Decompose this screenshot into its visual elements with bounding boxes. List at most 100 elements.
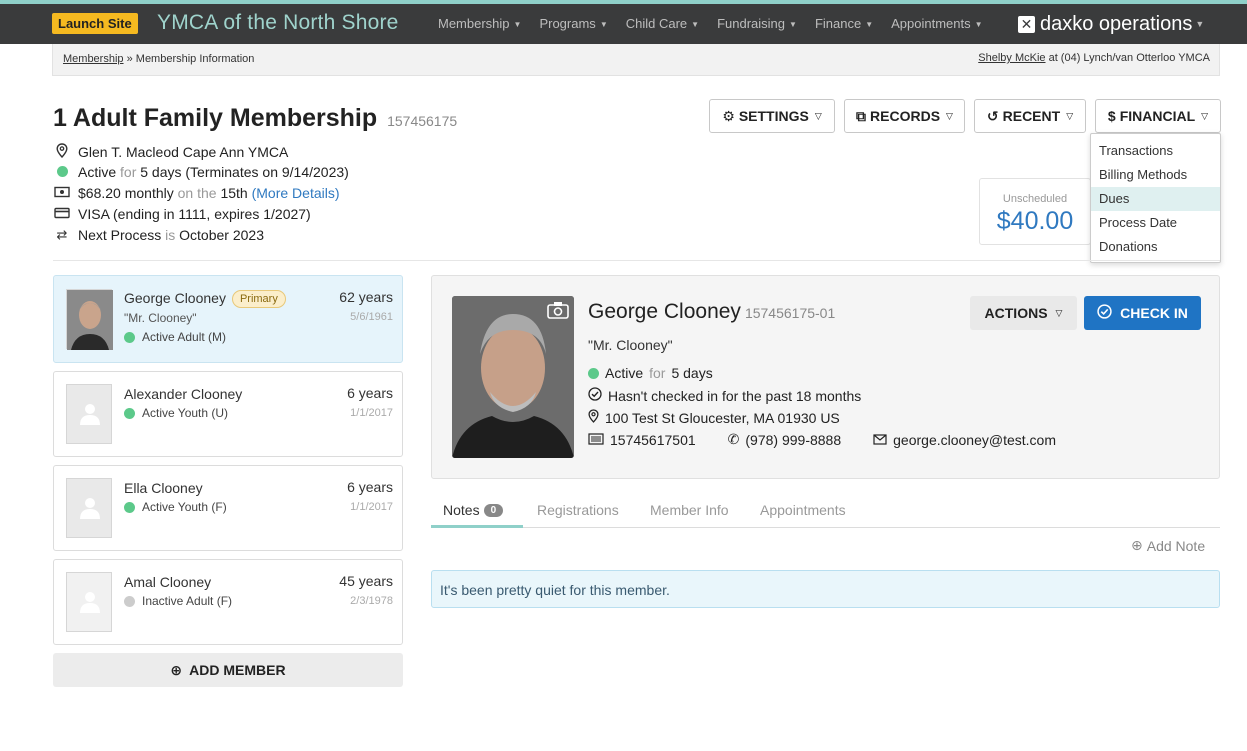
next-process-line: ⇄ Next Process is October 2023 bbox=[53, 227, 264, 243]
daxko-logo-icon: ✕ bbox=[1018, 15, 1035, 33]
detail-member-number: 157456175-01 bbox=[744, 305, 836, 321]
branch-name: Glen T. Macleod Cape Ann YMCA bbox=[78, 144, 289, 160]
divider bbox=[53, 260, 1220, 261]
chevron-down-icon: ▽ bbox=[946, 110, 953, 121]
member-age: 6 years bbox=[347, 479, 393, 495]
next-process-is: is bbox=[165, 227, 176, 243]
member-card-george[interactable]: George Clooney Primary "Mr. Clooney" Acti… bbox=[53, 275, 403, 363]
menu-item-dues[interactable]: Dues bbox=[1091, 187, 1220, 211]
tab-registrations[interactable]: Registrations bbox=[537, 502, 619, 518]
member-status: Active Youth (F) bbox=[124, 500, 227, 514]
nav-fundraising[interactable]: Fundraising ▼ bbox=[717, 16, 797, 31]
menu-item-transactions[interactable]: Transactions bbox=[1091, 139, 1220, 163]
member-photo-large bbox=[452, 296, 574, 458]
menu-item-donations[interactable]: Donations bbox=[1091, 235, 1220, 259]
recent-button[interactable]: ↺ RECENT ▽ bbox=[974, 99, 1086, 133]
site-name[interactable]: YMCA of the North Shore bbox=[157, 11, 399, 35]
top-nav-bar: Launch Site YMCA of the North Shore Memb… bbox=[0, 0, 1247, 44]
tab-notes[interactable]: Notes 0 bbox=[443, 502, 504, 518]
money-icon bbox=[53, 186, 71, 201]
unscheduled-amount[interactable]: $40.00 bbox=[980, 207, 1090, 236]
tab-member-info[interactable]: Member Info bbox=[650, 502, 729, 518]
member-photo-placeholder bbox=[66, 572, 112, 632]
check-circle-icon bbox=[1097, 304, 1112, 322]
breadcrumb-current: Membership Information bbox=[135, 53, 255, 65]
member-detail-card: George Clooney 157456175-01 "Mr. Clooney"… bbox=[431, 275, 1220, 479]
dues-on-the: on the bbox=[177, 185, 217, 201]
detail-email[interactable]: george.clooney@test.com bbox=[893, 432, 1056, 448]
actions-label: ACTIONS bbox=[984, 305, 1048, 321]
member-card-ella[interactable]: Ella Clooney Active Youth (F) 6 years 1/… bbox=[53, 465, 403, 551]
history-icon: ↺ bbox=[986, 107, 999, 124]
detail-status-line: Active for 5 days bbox=[588, 365, 713, 381]
menu-item-process-date[interactable]: Process Date bbox=[1091, 211, 1220, 235]
chevron-down-icon: ▼ bbox=[599, 20, 608, 30]
member-status: Active Youth (U) bbox=[124, 406, 228, 420]
detail-checkin-line: Hasn't checked in for the past 18 months bbox=[588, 387, 861, 404]
chevron-down-icon: ▼ bbox=[865, 20, 874, 30]
nav-programs[interactable]: Programs ▼ bbox=[539, 16, 607, 31]
dollar-icon: $ bbox=[1107, 108, 1116, 124]
dues-day: 15th bbox=[220, 185, 248, 201]
person-icon bbox=[80, 404, 100, 425]
unscheduled-balance: Unscheduled $40.00 bbox=[979, 178, 1091, 245]
dues-amount: $68.20 monthly bbox=[78, 185, 174, 201]
person-icon bbox=[80, 592, 100, 613]
status-dot-icon bbox=[53, 165, 71, 180]
chevron-down-icon: ▽ bbox=[1055, 307, 1063, 318]
settings-button[interactable]: ⚙ SETTINGS ▽ bbox=[709, 99, 835, 133]
user-name-link[interactable]: Shelby McKie bbox=[978, 52, 1045, 64]
detail-phone[interactable]: (978) 999-8888 bbox=[745, 432, 841, 448]
add-member-label: ADD MEMBER bbox=[189, 662, 286, 678]
member-name: George Clooney Primary bbox=[124, 290, 286, 308]
more-details-link[interactable]: (More Details) bbox=[252, 185, 340, 201]
member-card-amal[interactable]: Amal Clooney Inactive Adult (F) 45 years… bbox=[53, 559, 403, 645]
member-dob: 1/1/2017 bbox=[350, 501, 393, 513]
member-photo-placeholder bbox=[66, 384, 112, 444]
chevron-down-icon: ▼ bbox=[789, 20, 797, 30]
menu-item-billing-methods[interactable]: Billing Methods bbox=[1091, 163, 1220, 187]
add-note-label: Add Note bbox=[1146, 537, 1206, 554]
chevron-down-icon: ▼ bbox=[691, 20, 700, 30]
empty-notes-message: It's been pretty quiet for this member. bbox=[431, 570, 1220, 608]
settings-label: SETTINGS bbox=[738, 108, 809, 124]
barcode-icon bbox=[588, 432, 604, 448]
camera-icon[interactable] bbox=[547, 301, 569, 319]
plus-circle-icon: ⊕ bbox=[170, 661, 183, 678]
financial-dropdown-menu: Transactions Billing Methods Dues Proces… bbox=[1090, 133, 1221, 263]
add-note-button[interactable]: ⊕ Add Note bbox=[1131, 537, 1205, 554]
nav-child-care[interactable]: Child Care ▼ bbox=[626, 16, 699, 31]
plus-circle-icon: ⊕ bbox=[1131, 537, 1143, 553]
detail-barcode: 15745617501 bbox=[610, 431, 696, 448]
breadcrumb-separator: » bbox=[126, 53, 133, 65]
breadcrumb-membership-link[interactable]: Membership bbox=[63, 53, 124, 65]
chevron-down-icon: ▽ bbox=[1066, 110, 1074, 121]
launch-site-button[interactable]: Launch Site bbox=[52, 13, 138, 34]
nav-membership[interactable]: Membership ▼ bbox=[438, 16, 521, 31]
financial-button[interactable]: $ FINANCIAL ▽ bbox=[1095, 99, 1221, 133]
member-dob: 2/3/1978 bbox=[350, 595, 393, 607]
member-nickname: "Mr. Clooney" bbox=[124, 311, 197, 325]
check-in-button[interactable]: CHECK IN bbox=[1084, 296, 1201, 330]
chevron-down-icon: ▼ bbox=[513, 20, 522, 30]
phone-icon: ✆ bbox=[727, 431, 740, 447]
breadcrumb: Membership » Membership Information bbox=[63, 53, 254, 65]
payment-line: VISA (ending in 1111, expires 1/2027) bbox=[53, 206, 311, 222]
actions-button[interactable]: ACTIONS ▽ bbox=[970, 296, 1077, 330]
nav-appointments[interactable]: Appointments ▼ bbox=[891, 16, 982, 31]
add-member-button[interactable]: ⊕ ADD MEMBER bbox=[53, 653, 403, 687]
status-dot-icon bbox=[124, 501, 135, 513]
detail-member-name: George Clooney 157456175-01 bbox=[588, 300, 836, 323]
chevron-down-icon: ▼ bbox=[974, 20, 983, 30]
status-dot-icon bbox=[124, 595, 135, 607]
membership-title: 1 Adult Family Membership bbox=[53, 104, 378, 132]
status-line: Active for 5 days (Terminates on 9/14/20… bbox=[53, 164, 349, 180]
nav-finance[interactable]: Finance ▼ bbox=[815, 16, 873, 31]
tab-appointments[interactable]: Appointments bbox=[760, 502, 846, 518]
detail-address-line: 100 Test St Gloucester, MA 01930 US bbox=[588, 409, 840, 426]
records-button[interactable]: ⧉ RECORDS ▽ bbox=[844, 99, 965, 133]
member-card-alexander[interactable]: Alexander Clooney Active Youth (U) 6 yea… bbox=[53, 371, 403, 457]
daxko-brand-menu[interactable]: ✕ daxko operations ▼ bbox=[1008, 4, 1247, 44]
check-circle-icon bbox=[588, 387, 602, 404]
detail-checkin-note: Hasn't checked in for the past 18 months bbox=[608, 387, 862, 404]
